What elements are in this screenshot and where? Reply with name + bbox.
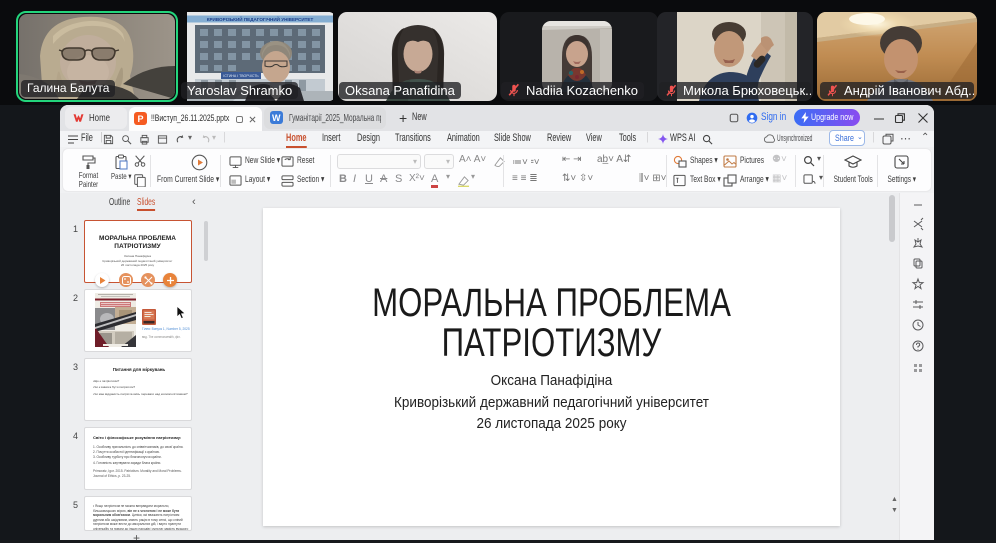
svg-text:КРИВОРІЗЬКИЙ ПЕДАГОГІЧНИЙ УН: КРИВОРІЗЬКИЙ ПЕДАГОГІЧНИЙ УНІВЕРСИТЕТ (207, 15, 314, 22)
svg-text:ІСТИНА І ТВОРЧІСТЬ: ІСТИНА І ТВОРЧІСТЬ (223, 74, 259, 78)
